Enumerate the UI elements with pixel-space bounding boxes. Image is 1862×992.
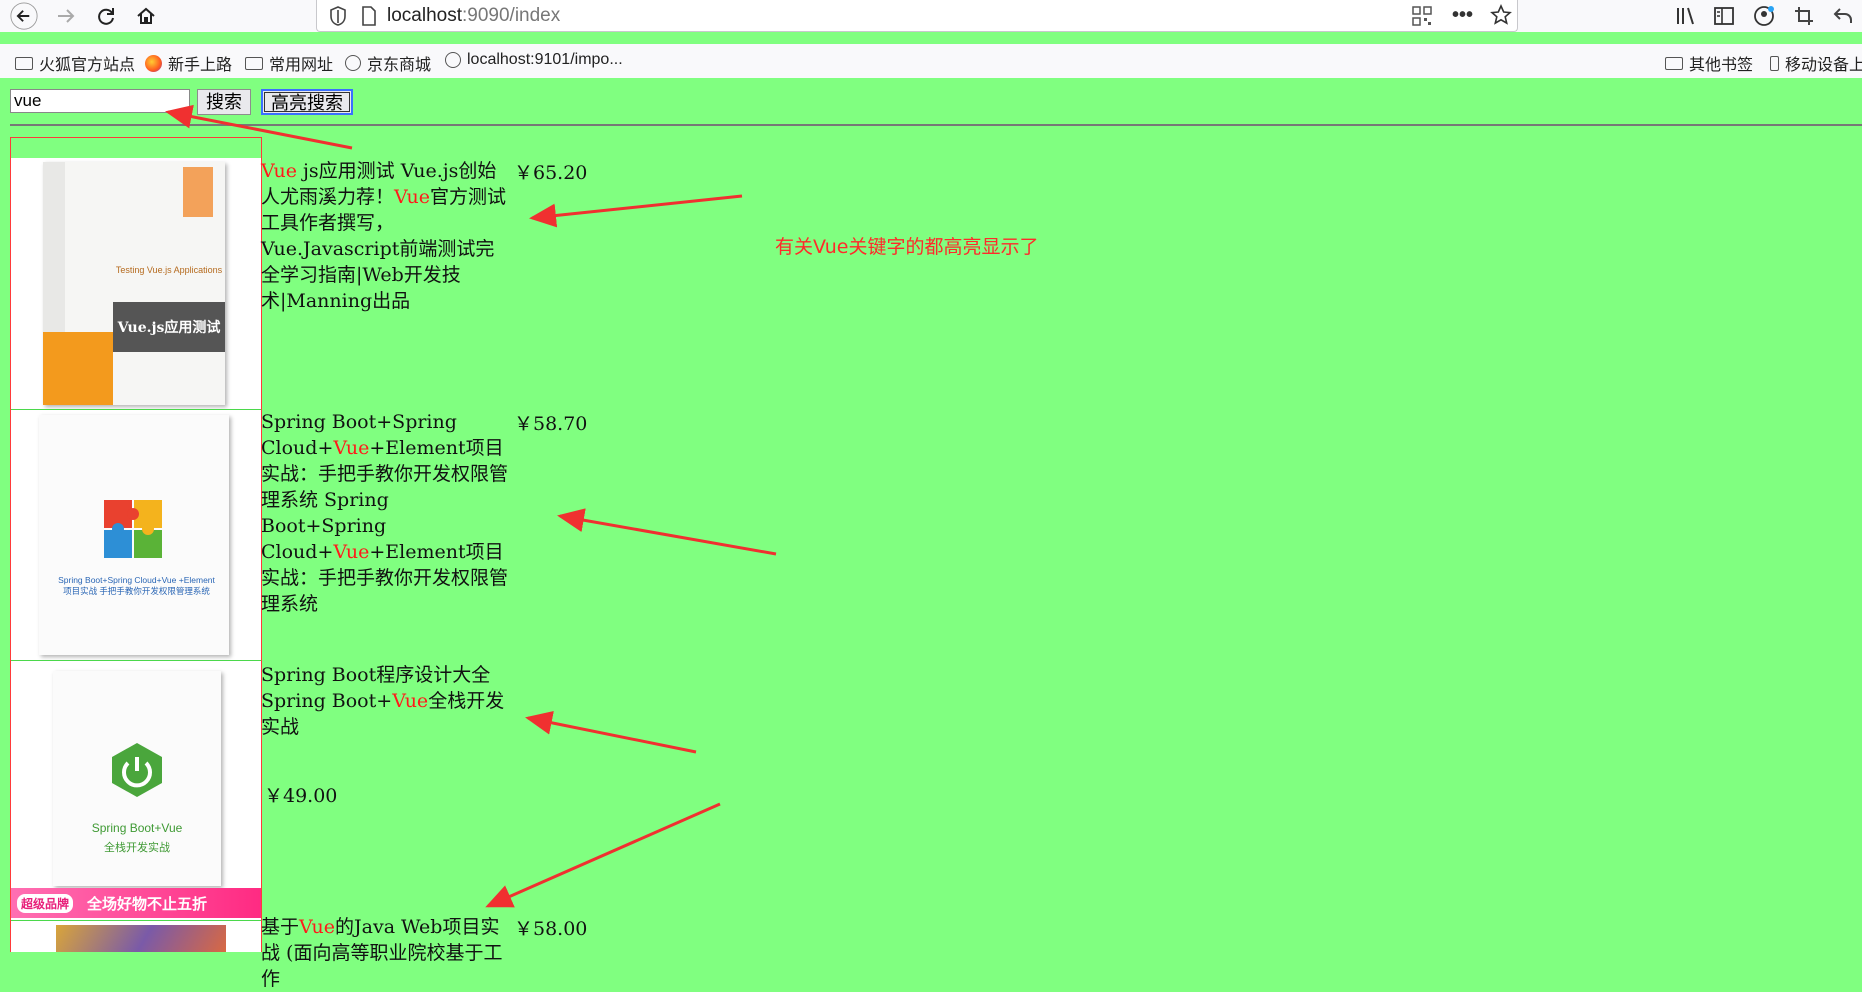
highlighted-keyword: Vue (261, 160, 297, 182)
cover-subtitle: Testing Vue.js Applications (115, 265, 223, 275)
sidebar-icon[interactable] (1713, 6, 1735, 31)
forward-icon[interactable] (52, 2, 80, 30)
account-icon[interactable] (1753, 5, 1775, 32)
highlighted-keyword: Vue (333, 437, 370, 459)
library-icon[interactable] (1675, 6, 1697, 31)
result-price-1: ￥65.20 (514, 162, 588, 184)
result-price-4: ￥58.00 (514, 918, 588, 940)
highlighted-keyword: Vue (299, 916, 336, 938)
search-button[interactable]: 搜索 (197, 89, 251, 115)
bookmark-star-icon[interactable] (1490, 4, 1512, 31)
page-content: 搜索 高亮搜索 Vue.js应用测试 Testing Vue.js Applic… (0, 78, 1862, 990)
title-text: 基于Vue的Java Web项目实战 (面向高等职业院校基于工作 (261, 916, 502, 990)
bookmark-item[interactable]: 移动设备上 (1770, 51, 1862, 75)
book-image-2[interactable]: Spring Boot+Spring Cloud+Vue +Element项目实… (11, 409, 261, 660)
book-cover: Spring Boot+Spring Cloud+Vue +Element项目实… (39, 415, 229, 655)
bookmark-item[interactable]: 京东商城 (345, 51, 431, 75)
shield-icon[interactable] (329, 6, 347, 31)
bookmark-item[interactable]: 新手上路 (145, 51, 232, 75)
bookmark-item[interactable]: localhost:9101/impo... (445, 51, 623, 69)
book-image-4[interactable] (11, 920, 261, 952)
globe-icon (345, 55, 361, 71)
globe-icon (445, 52, 461, 68)
result-title-1[interactable]: Vue js应用测试 Vue.js创始人尤雨溪力荐！Vue官方测试工具作者撰写，… (261, 158, 512, 314)
book-cover: Vue.js应用测试 Testing Vue.js Applications (43, 162, 225, 405)
bookmark-item[interactable]: 火狐官方站点 (15, 51, 135, 75)
annotation-note: 有关Vue关键字的都高亮显示了 (775, 236, 1039, 258)
power-icon (112, 743, 162, 797)
cover-caption: Spring Boot+Vue (91, 821, 183, 835)
qr-code-icon[interactable] (1412, 6, 1432, 31)
promo-logo: 超级品牌 (17, 893, 74, 913)
title-text: Vue js应用测试 Vue.js创始人尤雨溪力荐！Vue官方测试工具作者撰写，… (261, 160, 506, 312)
url-text[interactable]: localhost:9090/index (387, 5, 560, 27)
cover-caption: 全栈开发实战 (104, 841, 170, 854)
highlighted-keyword: Vue (392, 690, 429, 712)
bookmark-item[interactable]: 常用网址 (245, 51, 333, 75)
firefox-icon (145, 54, 162, 72)
result-price-2: ￥58.70 (514, 413, 588, 435)
more-icon[interactable]: ••• (1452, 4, 1473, 27)
result-title-2[interactable]: Spring Boot+Spring Cloud+Vue+Element项目实战… (261, 409, 512, 617)
book-cover: Spring Boot+Vue 全栈开发实战 (53, 671, 221, 886)
mobile-icon (1770, 55, 1779, 71)
divider (10, 124, 1862, 126)
highlight-search-button[interactable]: 高亮搜索 (261, 89, 353, 115)
title-text: Spring Boot程序设计大全 Spring Boot+Vue全栈开发实战 (261, 664, 504, 738)
result-title-4[interactable]: 基于Vue的Java Web项目实战 (面向高等职业院校基于工作 (261, 914, 512, 992)
home-icon[interactable] (132, 2, 160, 30)
search-input[interactable] (10, 89, 190, 113)
book-image-1[interactable]: Vue.js应用测试 Testing Vue.js Applications (11, 158, 261, 409)
browser-toolbar: localhost:9090/index ••• (0, 0, 1862, 32)
undo-icon[interactable] (1833, 6, 1853, 31)
cover-caption: Spring Boot+Spring Cloud+Vue +Element项目实… (58, 575, 215, 596)
bookmark-item[interactable]: 其他书签 (1665, 51, 1753, 75)
promo-banner[interactable]: 超级品牌 全场好物不止五折 (11, 888, 261, 918)
reload-icon[interactable] (92, 2, 120, 30)
highlighted-keyword: Vue (394, 186, 431, 208)
folder-icon (15, 56, 33, 70)
crop-icon[interactable] (1794, 6, 1814, 31)
results-image-column: Vue.js应用测试 Testing Vue.js Applications S… (10, 137, 262, 952)
result-title-3[interactable]: Spring Boot程序设计大全 Spring Boot+Vue全栈开发实战 (261, 662, 512, 740)
cover-title: Vue.js应用测试 (113, 302, 225, 352)
bookmarks-bar: 火狐官方站点 新手上路 常用网址 京东商城 localhost:9101/imp… (0, 44, 1862, 78)
book-image-3[interactable]: Spring Boot+Vue 全栈开发实战 超级品牌 全场好物不止五折 (11, 660, 261, 952)
folder-icon (245, 56, 263, 70)
page-info-icon[interactable] (361, 6, 377, 31)
title-text: Spring Boot+Spring Cloud+Vue+Element项目实战… (261, 411, 508, 615)
result-price-3: ￥49.00 (264, 785, 338, 807)
back-icon[interactable] (10, 2, 38, 30)
url-bar[interactable]: localhost:9090/index ••• (316, 0, 1518, 32)
highlighted-keyword: Vue (333, 541, 370, 563)
title-segment: 基于 (261, 916, 300, 938)
puzzle-icon (104, 500, 162, 558)
folder-icon (1665, 56, 1683, 70)
promo-text: 全场好物不止五折 (87, 894, 208, 913)
